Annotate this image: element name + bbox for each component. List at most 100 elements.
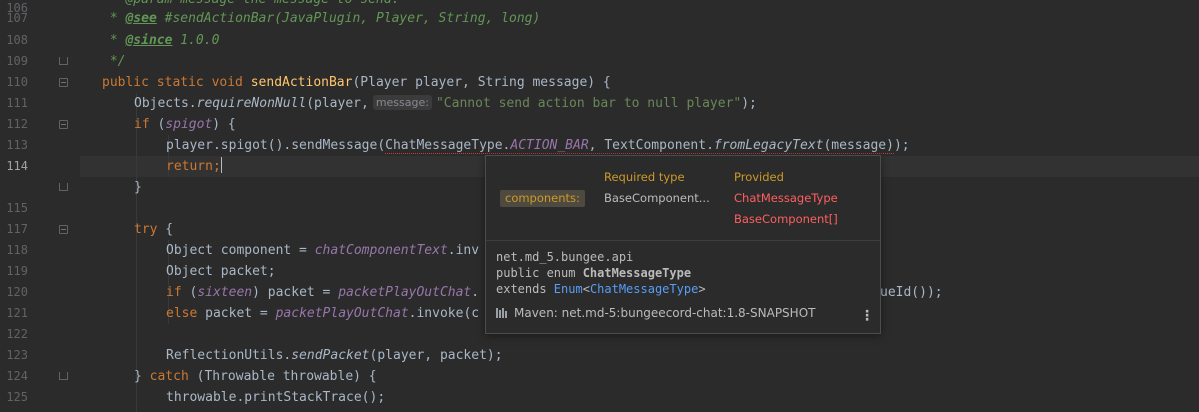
- text-caret: [220, 157, 222, 173]
- keyword: return: [166, 159, 213, 174]
- code-token: .invoke(c: [408, 306, 480, 321]
- editor-gutter: 106 107 108 109 110 111 112 113 114 115 …: [0, 0, 80, 412]
- gutter-row: [0, 177, 80, 198]
- maven-library-row: Maven: net.md-5:bungeecord-chat:1.8-SNAP…: [496, 305, 815, 321]
- fold-collapse-icon[interactable]: [59, 120, 68, 129]
- code-token: .: [471, 285, 480, 300]
- line-number: 108: [6, 33, 28, 47]
- code-token: Objects.: [134, 96, 197, 111]
- gutter-row: 122: [0, 324, 80, 345]
- fold-end-icon[interactable]: [59, 57, 68, 65]
- code-line-current: return;: [166, 156, 222, 177]
- gutter-row: 111: [0, 93, 80, 114]
- indent-guide: [136, 93, 137, 412]
- code-token: (Throwable throwable) {: [196, 369, 377, 384]
- doc-tag-since: @since: [125, 33, 173, 48]
- code-line: Objects.requireNonNull(player, message: "C…: [134, 93, 757, 114]
- code-line-tail: ueId());: [880, 285, 943, 300]
- gutter-row: 120: [0, 282, 80, 303]
- enum-constant: ACTION_BAR: [510, 138, 589, 153]
- type-mismatch-popup: Required type Provided components: BaseC…: [485, 155, 881, 334]
- method-params: (Player player, String message) {: [352, 75, 611, 90]
- keyword: catch: [149, 369, 197, 384]
- doc-comment-star: *: [102, 33, 126, 48]
- static-method: fromLegacyText: [713, 138, 824, 153]
- line-number-current: 114: [6, 159, 28, 173]
- field-reference: chatComponentText: [314, 243, 448, 258]
- keyword: if: [134, 117, 158, 132]
- gutter-row: 121: [0, 303, 80, 324]
- code-token: , TextComponent.: [588, 138, 714, 153]
- code-line: } catch (Throwable throwable) {: [134, 366, 377, 387]
- library-icon: [496, 308, 508, 318]
- code-line: * @since 1.0.0: [102, 30, 220, 51]
- gutter-row: 112: [0, 114, 80, 135]
- doc-link-enum[interactable]: Enum: [554, 282, 583, 296]
- doc-since-version: 1.0.0: [172, 33, 220, 48]
- fold-collapse-icon[interactable]: [59, 78, 68, 87]
- line-number: 110: [6, 75, 28, 89]
- doc-decl-name: ChatMessageType: [582, 266, 692, 280]
- static-method: sendPacket: [291, 348, 370, 363]
- code-line: if (spigot) {: [134, 114, 236, 135]
- more-options-button[interactable]: ⋮: [860, 308, 874, 324]
- field-reference: sixteen: [197, 285, 253, 300]
- doc-package: net.md_5.bungee.api: [496, 250, 634, 264]
- code-line: }: [134, 180, 142, 195]
- gutter-row: 115: [0, 198, 80, 219]
- line-number: 113: [6, 138, 28, 152]
- code-line: throwable.printStackTrace();: [166, 390, 386, 405]
- line-number: 118: [6, 243, 28, 257]
- code-editor[interactable]: 106 107 108 109 110 111 112 113 114 115 …: [0, 0, 1199, 412]
- code-token: ;: [212, 159, 221, 174]
- keyword: else: [166, 306, 206, 321]
- code-token: ) {: [212, 117, 236, 132]
- line-number: 109: [6, 54, 28, 68]
- line-number: 112: [6, 117, 28, 131]
- line-number: 107: [6, 11, 28, 25]
- doc-see-reference: #sendActionBar(JavaPlugin, Player, Strin…: [156, 11, 541, 26]
- required-type-header: Required type: [604, 170, 685, 184]
- doc-extends: extends Enum<ChatMessageType>: [496, 281, 706, 297]
- doc-extends-gt: >: [698, 282, 706, 296]
- gutter-row: 124: [0, 366, 80, 387]
- code-line: try {: [134, 219, 173, 240]
- doc-link-chatmessagetype[interactable]: ChatMessageType: [590, 282, 698, 296]
- code-token: (player, packet);: [369, 348, 503, 363]
- code-token: }: [134, 369, 150, 384]
- field-reference: spigot: [165, 117, 213, 132]
- code-token: );: [741, 96, 757, 111]
- code-line: ReflectionUtils.sendPacket(player, packe…: [166, 345, 503, 366]
- static-method: requireNonNull: [196, 96, 307, 111]
- code-token: .inv: [447, 243, 480, 258]
- field-reference: packetPlayOutChat: [275, 306, 409, 321]
- provided-type-value: BaseComponent[]: [734, 212, 838, 226]
- code-token: );: [893, 138, 910, 153]
- gutter-row: 117: [0, 219, 80, 240]
- code-token: ChatMessageType.: [385, 138, 511, 153]
- method-name: sendActionBar: [250, 75, 353, 90]
- code-token: Object component =: [166, 243, 315, 258]
- doc-declaration: public enum ChatMessageType: [496, 265, 691, 281]
- line-number: 120: [6, 285, 28, 299]
- line-number: 115: [6, 201, 28, 215]
- doc-tag-see: @see: [125, 11, 157, 26]
- field-reference: packetPlayOutChat: [338, 285, 472, 300]
- gutter-row: 113: [0, 135, 80, 156]
- popup-divider: [486, 240, 880, 241]
- error-argument[interactable]: ChatMessageType.ACTION_BAR, TextComponen…: [385, 138, 894, 154]
- parameter-label: components:: [500, 190, 585, 207]
- code-token: packet =: [205, 306, 276, 321]
- fold-end-icon[interactable]: [59, 372, 68, 380]
- line-number: 117: [6, 222, 28, 236]
- gutter-row: 114: [0, 156, 80, 177]
- code-line: Object component = chatComponentText.inv: [166, 240, 479, 261]
- code-line: * @see #sendActionBar(JavaPlugin, Player…: [102, 8, 541, 29]
- fold-collapse-icon[interactable]: [59, 225, 68, 234]
- doc-extends-prefix: extends: [496, 282, 554, 296]
- required-type-value: BaseComponent...: [604, 191, 710, 205]
- code-token: ReflectionUtils.: [166, 348, 292, 363]
- type-mismatch-table: Required type Provided components: BaseC…: [486, 156, 880, 240]
- fold-end-icon[interactable]: [59, 183, 68, 191]
- gutter-row: 119: [0, 261, 80, 282]
